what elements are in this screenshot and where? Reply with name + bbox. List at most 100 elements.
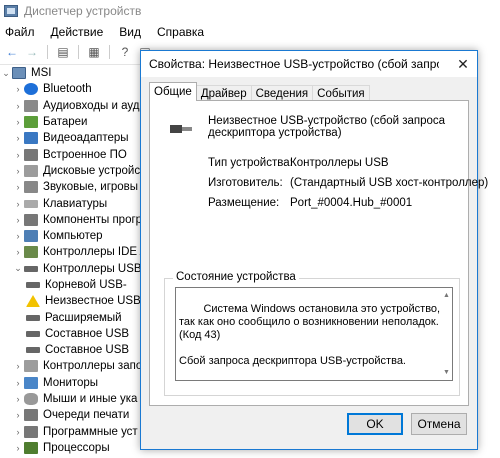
scroll-up-icon[interactable]: ▲ [443,289,450,302]
tree-item-label: Мыши и иные ука [43,393,138,406]
tab-driver[interactable]: Драйвер [195,85,252,101]
toolbar-separator [109,45,110,59]
ok-button[interactable]: OK [347,413,403,435]
expand-chevron-icon[interactable]: › [12,215,24,225]
expand-chevron-icon[interactable]: › [12,150,24,160]
device-tree[interactable]: ⌄ MSI › Bluetooth › Аудиовходы и ауд › Батаре… [0,64,160,458]
expand-chevron-icon[interactable]: › [12,199,24,209]
device-type-value: Контроллеры USB [290,157,389,169]
tree-category-item[interactable]: › Процессоры [0,440,160,456]
tree-category-item[interactable]: › Видеоадаптеры [0,130,160,146]
close-icon[interactable]: ✕ [449,51,477,77]
tab-general[interactable]: Общие [149,82,197,101]
status-scrollbar[interactable]: ▲ ▼ [441,289,451,379]
tree-category-item[interactable]: › Аудиовходы и ауд [0,98,160,114]
menu-help[interactable]: Справка [149,25,212,39]
expand-chevron-icon[interactable]: › [12,84,24,94]
tree-child-item[interactable]: Корневой USB- [0,277,160,293]
tree-item-label: Составное USB [45,344,130,357]
tree-category-item[interactable]: › Встроенное ПО [0,146,160,162]
help-icon[interactable]: ? [117,44,133,60]
tree-root[interactable]: ⌄ MSI [0,65,160,81]
tree-category-item[interactable]: › Компоненты прогр [0,212,160,228]
tree-category-item[interactable]: › Контроллеры IDE A [0,244,160,260]
firmware-icon [24,148,38,161]
ide-controller-icon [24,246,38,259]
tree-category-item[interactable]: › Дисковые устройс [0,163,160,179]
expand-chevron-icon[interactable]: › [12,133,24,143]
tree-item-label: Контроллеры USB [43,262,142,275]
tree-item-label: Расширяемый [45,311,122,324]
expand-chevron-icon[interactable]: › [12,101,24,111]
tree-category-item[interactable]: › Bluetooth [0,81,160,97]
forward-arrow-icon[interactable]: → [24,44,40,60]
tree-category-item[interactable]: › Клавиатуры [0,195,160,211]
monitor-icon [24,376,38,389]
device-status-text[interactable]: Система Windows остановила это устройств… [175,287,453,381]
tree-item-label: Дисковые устройс [43,164,141,177]
tree-category-item[interactable]: › Очереди печати [0,407,160,423]
tree-category-item[interactable]: ⌄ Контроллеры USB [0,261,160,277]
tree-category-item[interactable]: › Мониторы [0,375,160,391]
device-status-message: Система Windows остановила это устройств… [179,303,441,367]
usb-controller-icon [24,265,38,272]
menu-view[interactable]: Вид [111,25,149,39]
warning-icon [26,295,40,308]
sound-icon [24,181,38,194]
tree-category-item[interactable]: › Компьютер [0,228,160,244]
manufacturer-row: Изготовитель: (Стандартный USB хост-контр… [208,177,488,189]
expand-chevron-icon[interactable]: › [12,117,24,127]
back-arrow-icon[interactable]: ← [4,44,20,60]
tab-events[interactable]: События [312,85,370,101]
expand-chevron-icon[interactable]: › [12,427,24,437]
manufacturer-value: (Стандартный USB хост-контроллер) [290,177,489,189]
tree-child-item[interactable]: Неизвестное USB [0,293,160,309]
tree-item-label: Звуковые, игровы [43,181,139,194]
expand-chevron-icon[interactable]: › [12,410,24,420]
menu-file[interactable]: Файл [0,25,43,39]
tree-category-item[interactable]: › Батареи [0,114,160,130]
cancel-button[interactable]: Отмена [411,413,467,435]
properties-icon[interactable]: ▦ [86,44,102,60]
tree-item-label: Компьютер [43,230,103,243]
tree-category-item[interactable]: › Мыши и иные ука [0,391,160,407]
tree-child-item[interactable]: Составное USB [0,342,160,358]
usb-device-icon [26,282,40,288]
tree-item-label: Аудиовходы и ауд [43,99,140,112]
show-hide-tree-icon[interactable]: ▤ [55,44,71,60]
tree-child-item[interactable]: Расширяемый [0,309,160,325]
expand-chevron-icon[interactable]: › [12,443,24,453]
expand-chevron-icon[interactable]: › [12,182,24,192]
toolbar-separator [78,45,79,59]
tree-root-label: MSI [31,67,52,80]
menu-action[interactable]: Действие [43,25,112,39]
toolbar-separator [47,45,48,59]
usb-device-icon [170,123,192,135]
tree-category-item[interactable]: › Звуковые, игровы [0,179,160,195]
device-type-label: Тип устройства: [208,157,293,169]
disk-drive-icon [24,164,38,177]
usb-device-icon [26,314,40,321]
collapse-chevron-icon[interactable]: ⌄ [0,68,12,79]
expand-chevron-icon[interactable]: › [12,231,24,241]
tree-item-label: Клавиатуры [43,197,108,210]
expand-chevron-icon[interactable]: › [12,361,24,371]
expand-chevron-icon[interactable]: › [12,378,24,388]
tree-category-item[interactable]: › Программные уст [0,424,160,440]
tree-item-label: Компоненты прогр [43,213,143,226]
tree-child-item[interactable]: Составное USB [0,326,160,342]
tree-item-label: Процессоры [43,441,110,454]
bluetooth-icon [24,83,38,96]
scroll-down-icon[interactable]: ▼ [443,366,450,379]
device-name: Неизвестное USB-устройство (сбой запроса… [208,115,446,139]
tree-category-item[interactable]: › Контроллеры запо [0,358,160,374]
expand-chevron-icon[interactable]: › [12,166,24,176]
software-component-icon [24,213,38,226]
collapse-chevron-icon[interactable]: ⌄ [12,263,24,274]
expand-chevron-icon[interactable]: › [12,247,24,257]
tree-item-label: Программные уст [43,425,138,438]
device-status-heading: Состояние устройства [173,271,299,283]
tree-item-label: Очереди печати [43,409,130,422]
tab-details[interactable]: Сведения [250,85,314,101]
expand-chevron-icon[interactable]: › [12,394,24,404]
